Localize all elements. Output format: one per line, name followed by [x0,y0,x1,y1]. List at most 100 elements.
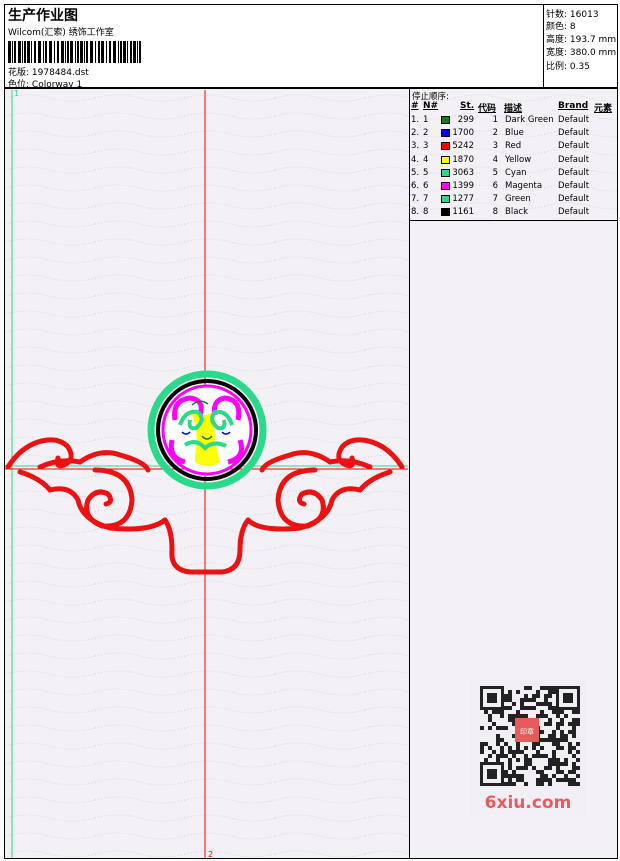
qr-module [520,750,524,754]
qr-module [552,774,556,778]
qr-module [560,762,564,766]
qr-module [556,746,560,750]
barcode-bar [123,41,126,63]
qr-module [500,754,504,758]
company-name: Wilcom(汇索) 绣饰工作室 [8,28,114,38]
qr-module [564,774,568,778]
stop-row: 1. 1 299 1 Dark Green Default [410,114,619,127]
qr-module [516,758,520,762]
qr-module [564,778,568,782]
row-brand: Default [558,154,590,165]
qr-module [508,746,512,750]
barcode-bar [18,41,21,63]
barcode-bar [24,41,26,63]
row-index: 4. [411,154,420,165]
qr-module [560,730,564,734]
qr-module [500,746,504,750]
col-header-code: 代码 [478,104,497,114]
production-worksheet: 生产作业图 Wilcom(汇索) 绣饰工作室 花版: 1978484.dst 色… [0,0,620,861]
qr-module [480,726,484,730]
width-label: 宽度: [546,48,568,58]
qr-module [576,722,580,726]
barcode-bar [101,41,104,63]
qr-module [576,718,580,722]
qr-module [508,762,512,766]
qr-module [576,750,580,754]
barcode-bar [49,41,52,63]
qr-module [536,694,540,698]
row-n: 4 [423,154,429,165]
barcode-bar [130,41,132,63]
qr-module [536,778,540,782]
qr-module [516,750,520,754]
row-code: 8 [492,207,498,218]
qr-module [548,734,552,738]
qr-code-block: 印章 6xiu.com [470,680,586,816]
row-description: Yellow [505,154,532,165]
qr-module [568,750,572,754]
color-swatch [441,208,450,217]
qr-module [512,754,516,758]
barcode-bar [75,41,76,63]
qr-code: 印章 6xiu.com [480,686,580,813]
page-title: 生产作业图 [8,8,78,24]
row-index: 3. [411,141,420,152]
qr-module [556,738,560,742]
qr-module [544,686,548,690]
barcode-bar [31,41,32,63]
col-header-hash: # [411,101,419,111]
qr-module [504,754,508,758]
qr-module [500,714,504,718]
barcode-bar [86,41,88,63]
qr-module [492,750,496,754]
qr-module [532,754,536,758]
qr-module [524,746,528,750]
qr-module [536,750,540,754]
qr-module [564,758,568,762]
qr-module [572,762,576,766]
stop-row: 5. 5 3063 5 Cyan Default [410,167,619,180]
qr-module [560,770,564,774]
qr-module [524,758,528,762]
qr-module [508,774,512,778]
qr-module [528,686,532,690]
qr-module [516,774,520,778]
barcode-bar [54,41,55,63]
qr-module [556,742,560,746]
stat-width: 宽度: 380.0 mm [546,45,616,58]
qr-module [524,694,528,698]
qr-module [544,714,548,718]
qr-module [552,730,556,734]
row-code: 2 [492,128,498,139]
barcode-bar [137,41,138,63]
qr-module [516,690,520,694]
col-header-n: N# [423,101,439,111]
barcode-bar [139,41,141,63]
qr-module [536,690,540,694]
row-description: Dark Green [505,115,554,125]
qr-module [556,778,560,782]
qr-module [548,762,552,766]
barcode-bar [77,41,79,63]
qr-module [548,782,552,786]
qr-module [564,734,568,738]
qr-module [516,710,520,714]
row-code: 6 [492,181,498,191]
qr-module [564,762,568,766]
qr-module [560,746,564,750]
qr-module [508,782,512,786]
color-swatch [441,142,450,151]
qr-module [488,718,492,722]
qr-module [552,742,556,746]
qr-module [548,686,552,690]
barcode-bar [43,41,44,63]
qr-module [508,690,512,694]
qr-module [572,722,576,726]
row-brand: Default [558,207,590,218]
row-index: 7. [411,194,420,205]
barcode-bar [27,41,30,63]
qr-module [552,758,556,762]
qr-module [532,766,536,770]
stop-row: 2. 2 1700 2 Blue Default [410,127,619,140]
qr-module [552,686,556,690]
